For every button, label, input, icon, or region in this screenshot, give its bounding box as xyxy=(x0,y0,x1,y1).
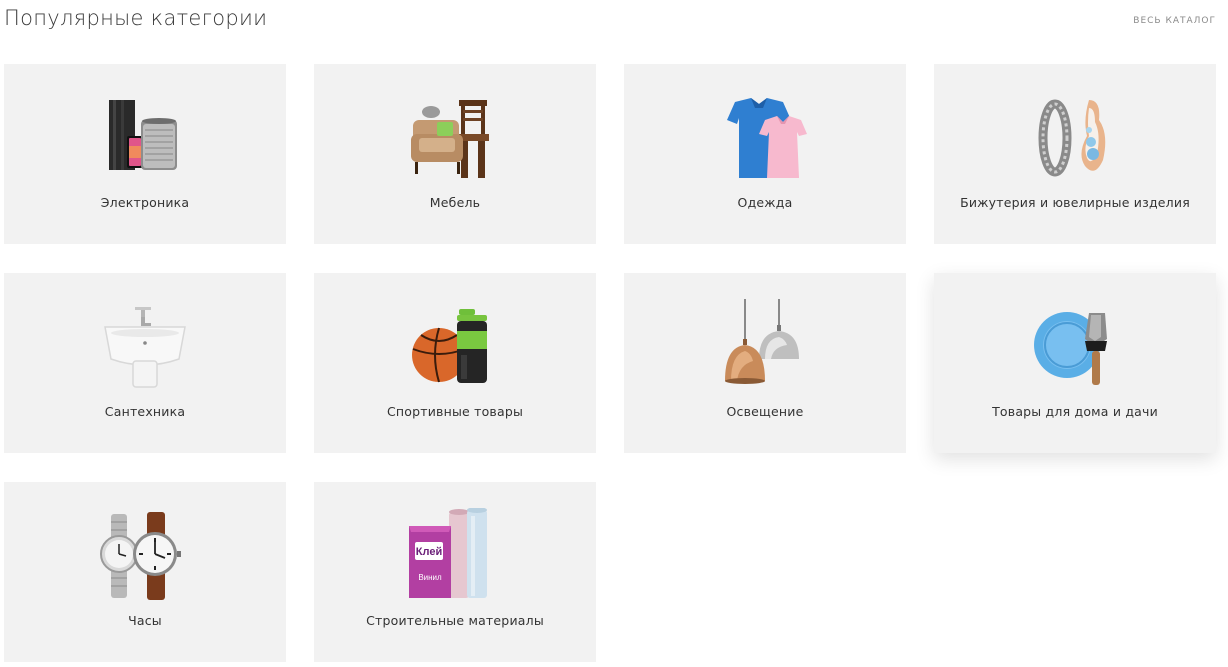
category-card-furniture[interactable]: Мебель xyxy=(314,64,596,244)
category-label: Товары для дома и дачи xyxy=(992,404,1158,419)
category-label: Часы xyxy=(128,613,162,628)
sink-icon xyxy=(95,299,195,395)
category-card-home-garden[interactable]: Товары для дома и дачи xyxy=(934,273,1216,453)
vinyl-package-text: Винил xyxy=(418,573,442,582)
glue-package-text: Клей xyxy=(416,546,442,558)
category-card-watches[interactable]: Часы xyxy=(4,482,286,662)
category-grid: Электроника Мебель Одежда Бижутерия и юв… xyxy=(4,64,1216,662)
category-card-clothing[interactable]: Одежда xyxy=(624,64,906,244)
category-card-sports[interactable]: Спортивные товары xyxy=(314,273,596,453)
category-card-building-materials[interactable]: Клей Винил Строительные материалы xyxy=(314,482,596,662)
category-label: Освещение xyxy=(726,404,804,419)
category-label: Сантехника xyxy=(104,404,186,419)
page-title: Популярные категории xyxy=(4,6,268,30)
all-catalog-link[interactable]: ВЕСЬ КАТАЛОГ xyxy=(1133,16,1216,26)
category-card-plumbing[interactable]: Сантехника xyxy=(4,273,286,453)
category-label: Электроника xyxy=(100,195,190,210)
furniture-icon xyxy=(405,90,505,186)
electronics-icon xyxy=(95,90,195,186)
category-card-jewelry[interactable]: Бижутерия и ювелирные изделия xyxy=(934,64,1216,244)
category-label: Спортивные товары xyxy=(386,404,524,419)
watches-icon xyxy=(95,508,195,604)
category-card-lighting[interactable]: Освещение xyxy=(624,273,906,453)
section-header: Популярные категории ВЕСЬ КАТАЛОГ xyxy=(4,4,1224,40)
category-label: Строительные материалы xyxy=(366,613,544,628)
category-label: Мебель xyxy=(429,195,481,210)
clothing-icon xyxy=(715,90,815,186)
building-materials-icon: Клей Винил xyxy=(405,507,505,604)
sports-icon xyxy=(405,299,505,395)
category-label: Бижутерия и ювелирные изделия xyxy=(960,195,1190,210)
category-card-electronics[interactable]: Электроника xyxy=(4,64,286,244)
lamp-icon xyxy=(715,299,815,395)
home-garden-icon xyxy=(1025,299,1125,395)
jewelry-icon xyxy=(1025,90,1125,186)
category-label: Одежда xyxy=(737,195,793,210)
